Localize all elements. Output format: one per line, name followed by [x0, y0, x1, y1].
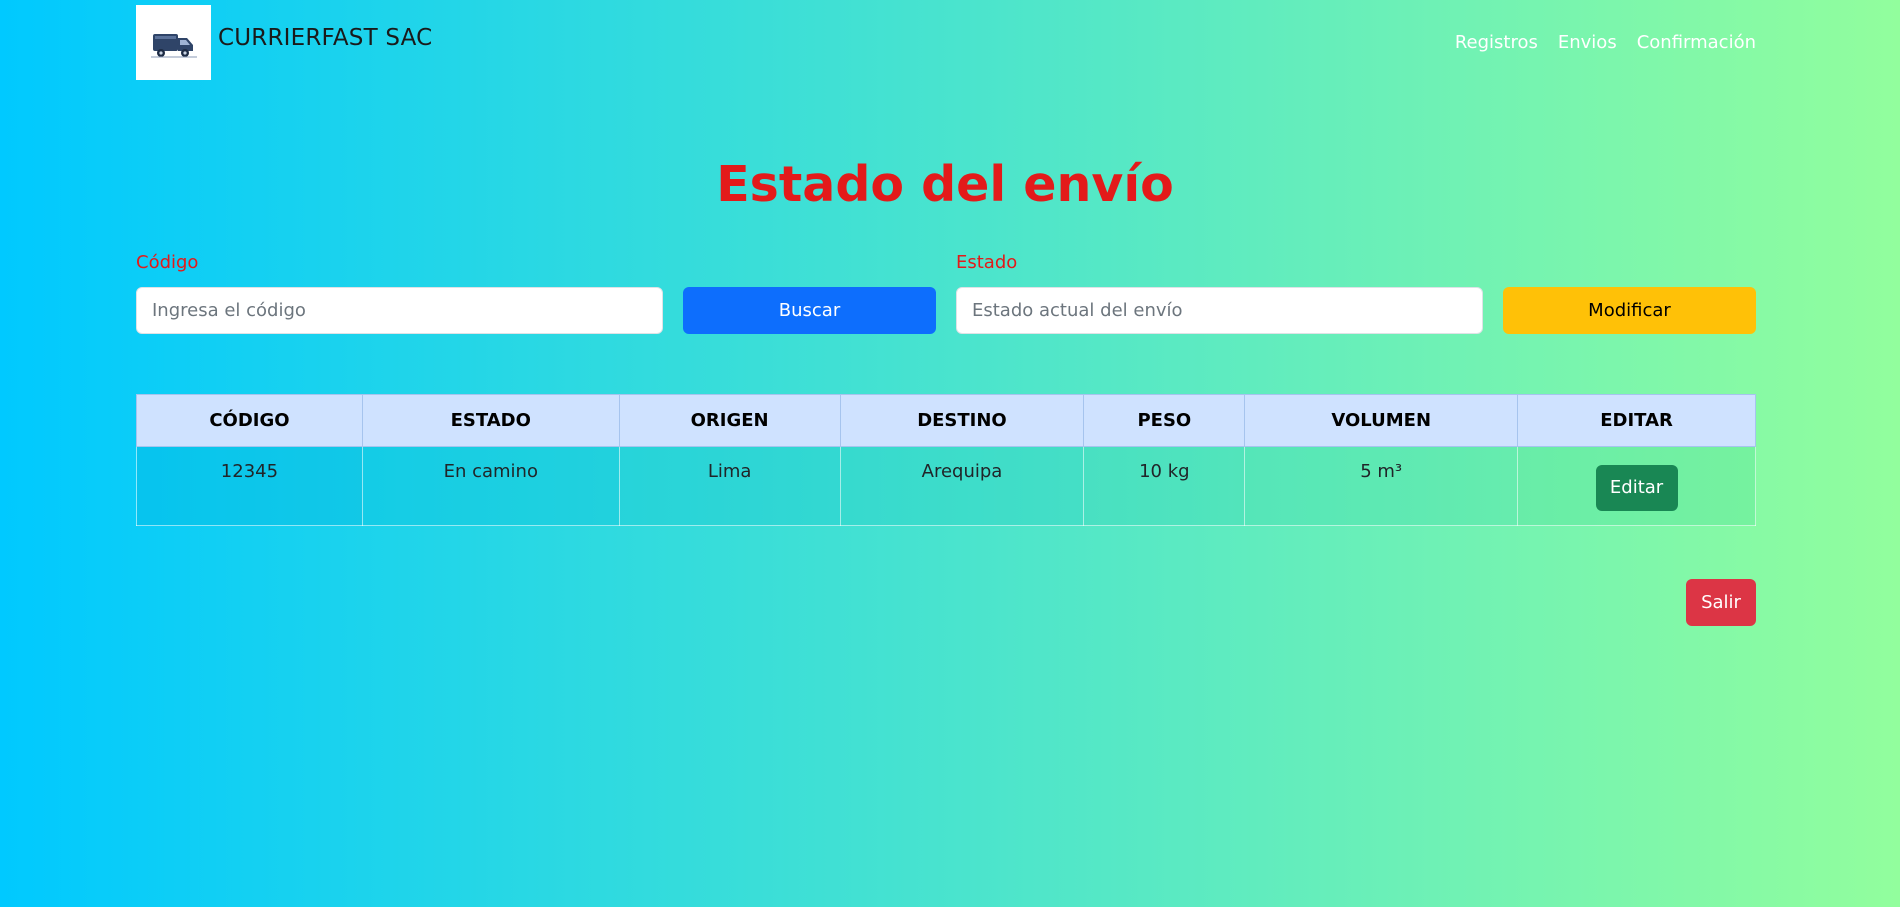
nav-link-registros[interactable]: Registros — [1455, 32, 1538, 53]
header-editar: EDITAR — [1517, 394, 1756, 447]
navbar: CURRIERFAST SAC Registros Envios Confirm… — [136, 5, 1756, 80]
state-input[interactable] — [956, 287, 1483, 334]
code-input[interactable] — [136, 287, 663, 334]
edit-button[interactable]: Editar — [1595, 464, 1678, 511]
cell-codigo: 12345 — [136, 446, 363, 526]
header-codigo: CÓDIGO — [136, 394, 363, 447]
code-label: Código — [136, 252, 199, 273]
nav-link-confirmacion[interactable]: Confirmación — [1637, 32, 1756, 53]
nav-link-envios[interactable]: Envios — [1558, 32, 1617, 53]
cell-editar: Editar — [1517, 446, 1756, 526]
cell-estado: En camino — [361, 446, 620, 526]
shipments-table: CÓDIGO ESTADO ORIGEN DESTINO PESO VOLUME… — [136, 394, 1756, 526]
cell-destino: Arequipa — [839, 446, 1085, 526]
header-peso: PESO — [1083, 394, 1246, 447]
table-row: 12345 En camino Lima Arequipa 10 kg 5 m³… — [136, 446, 1756, 526]
truck-icon — [150, 33, 197, 57]
header-destino: DESTINO — [839, 394, 1085, 447]
cell-volumen: 5 m³ — [1244, 446, 1519, 526]
page-title: Estado del envío — [716, 156, 1174, 213]
table-header-row: CÓDIGO ESTADO ORIGEN DESTINO PESO VOLUME… — [136, 394, 1756, 447]
header-estado: ESTADO — [361, 394, 620, 447]
state-label: Estado — [956, 252, 1018, 273]
nav-links: Registros Envios Confirmación — [1455, 32, 1756, 53]
search-button[interactable]: Buscar — [683, 287, 936, 334]
cell-origen: Lima — [618, 446, 841, 526]
brand-logo[interactable] — [136, 5, 211, 80]
header-origen: ORIGEN — [618, 394, 841, 447]
modify-button[interactable]: Modificar — [1503, 287, 1756, 334]
cell-peso: 10 kg — [1083, 446, 1246, 526]
brand-name[interactable]: CURRIERFAST SAC — [218, 25, 432, 51]
header-volumen: VOLUMEN — [1244, 394, 1519, 447]
exit-button[interactable]: Salir — [1686, 579, 1756, 626]
